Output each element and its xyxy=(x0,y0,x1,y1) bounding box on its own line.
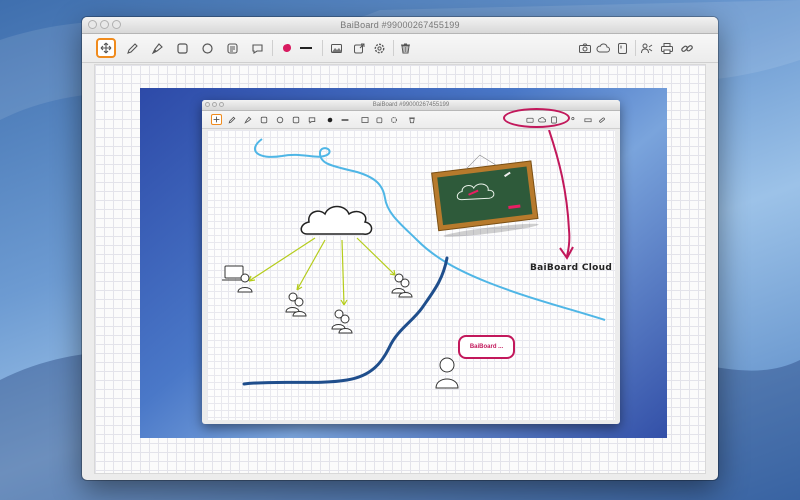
embedded-import-icon xyxy=(374,114,385,125)
embedded-image-icon xyxy=(359,114,370,125)
pen-tool-button[interactable] xyxy=(147,38,167,58)
pencil-tool-button[interactable] xyxy=(122,38,142,58)
link-icon xyxy=(681,44,693,52)
color-swatch-icon xyxy=(283,44,291,52)
rectangle-tool-button[interactable] xyxy=(172,38,192,58)
embedded-link-icon xyxy=(596,114,607,125)
circle-tool-button[interactable] xyxy=(197,38,217,58)
trash-icon xyxy=(400,43,410,53)
toolbar-separator xyxy=(393,40,394,56)
share-icon xyxy=(641,43,653,53)
rectangle-icon xyxy=(176,42,188,54)
import-button[interactable] xyxy=(349,38,369,58)
line-width-icon xyxy=(300,47,312,49)
main-window: BaiBoard #99000267455199 BaiBoard #99000… xyxy=(82,17,718,480)
snapshot-button[interactable] xyxy=(575,38,595,58)
embedded-pen-icon xyxy=(242,114,253,125)
whiteboard-canvas[interactable]: BaiBoard #99000267455199 BaiBoard Cloud … xyxy=(94,64,706,474)
insert-image-button[interactable] xyxy=(326,38,346,58)
baiboard-cloud-label: BaiBoard Cloud xyxy=(530,263,613,273)
print-button[interactable] xyxy=(657,38,677,58)
document-button[interactable] xyxy=(612,38,632,58)
embedded-gear-icon xyxy=(388,114,399,125)
embedded-trash-icon xyxy=(406,114,417,125)
embedded-pencil-icon xyxy=(226,114,237,125)
embedded-toolbar xyxy=(202,108,620,129)
document-icon xyxy=(617,42,627,54)
pen-icon xyxy=(151,42,163,54)
embedded-speech-bubble-icon xyxy=(306,114,317,125)
cloud-button[interactable] xyxy=(593,38,613,58)
cloud-sketch xyxy=(300,205,373,235)
cloud-icons-highlight-ring xyxy=(503,108,570,128)
embedded-window-title: BaiBoard #99000267455199 xyxy=(372,102,450,108)
embedded-note-icon xyxy=(290,114,301,125)
embedded-move-icon xyxy=(211,114,222,125)
color-picker-button[interactable] xyxy=(277,38,297,58)
line-width-button[interactable] xyxy=(296,38,316,58)
share-button[interactable] xyxy=(637,38,657,58)
note-tool-button[interactable] xyxy=(222,38,242,58)
delete-button[interactable] xyxy=(395,38,415,58)
annotation-arrow xyxy=(548,130,571,257)
note-icon xyxy=(226,42,238,54)
import-icon xyxy=(353,43,364,53)
speech-bubble: BaiBoard ... xyxy=(458,335,515,359)
toolbar-separator xyxy=(635,40,636,56)
title-bar: BaiBoard #99000267455199 xyxy=(82,17,718,34)
embedded-whiteboard: BaiBoard Cloud BaiBoard ... xyxy=(207,130,615,420)
toolbar xyxy=(82,34,718,63)
people-group xyxy=(222,265,459,389)
sketch-drawing xyxy=(222,130,606,389)
link-button[interactable] xyxy=(677,38,697,58)
speech-bubble-icon xyxy=(251,43,263,54)
toolbar-separator xyxy=(322,40,323,56)
toolbar-separator xyxy=(272,40,273,56)
move-tool-button[interactable] xyxy=(96,38,116,58)
move-icon xyxy=(100,42,112,54)
embedded-window: BaiBoard #99000267455199 BaiBoard Cloud … xyxy=(202,100,620,424)
arrow-group xyxy=(248,237,396,306)
printer-icon xyxy=(661,42,673,54)
settings-button[interactable] xyxy=(369,38,389,58)
camera-icon xyxy=(579,43,591,53)
embedded-rectangle-icon xyxy=(258,114,269,125)
speech-bubble-tool-button[interactable] xyxy=(247,38,267,58)
embedded-line-width-icon xyxy=(339,114,350,125)
embedded-printer-icon xyxy=(582,114,593,125)
image-icon xyxy=(330,43,342,53)
chalkboard xyxy=(431,154,539,237)
circle-icon xyxy=(201,42,213,54)
cloud-icon xyxy=(596,43,610,52)
window-title: BaiBoard #99000267455199 xyxy=(340,20,460,30)
pencil-icon xyxy=(126,42,138,54)
embedded-circle-icon xyxy=(274,114,285,125)
annotation-arrowhead xyxy=(559,246,574,260)
embedded-color-swatch-icon xyxy=(324,114,335,125)
gear-icon xyxy=(374,43,384,53)
embedded-screenshot[interactable]: BaiBoard #99000267455199 BaiBoard Cloud … xyxy=(140,88,667,438)
